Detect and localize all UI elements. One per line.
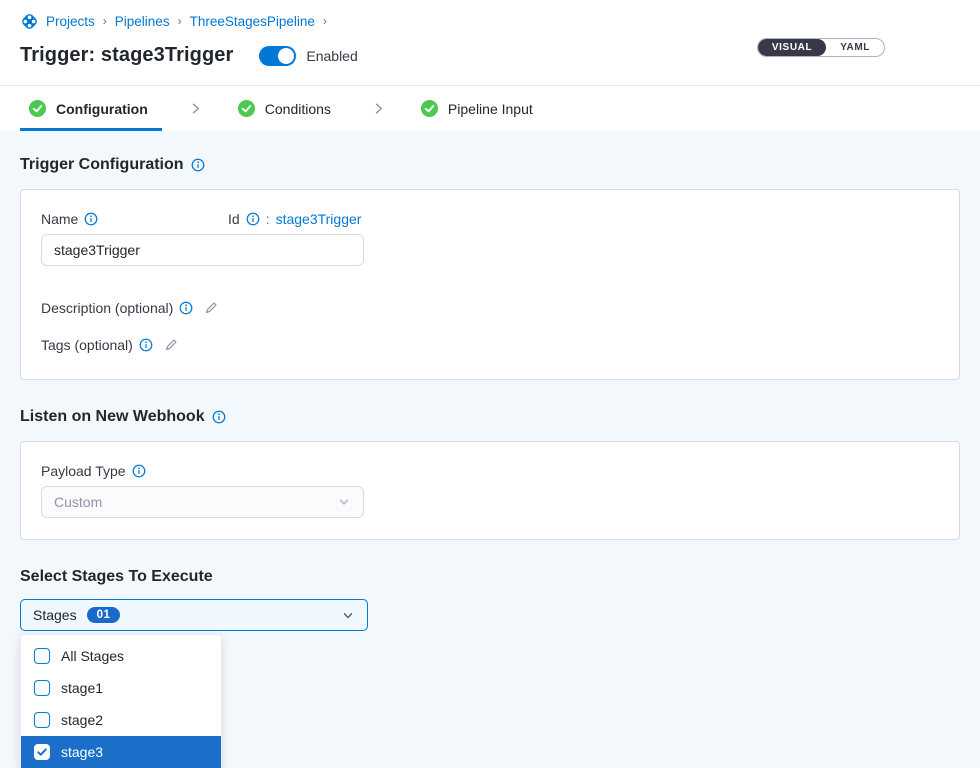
option-label: stage2 [61, 712, 103, 728]
trigger-configuration-card: Name Id : stage3Trigger Description (opt… [20, 189, 960, 380]
stage-option-stage2[interactable]: stage2 [21, 704, 221, 736]
breadcrumb-link-pipelines[interactable]: Pipelines [115, 14, 170, 29]
select-stages-heading: Select Stages To Execute [20, 568, 960, 586]
info-icon[interactable] [246, 212, 260, 226]
breadcrumb-link-pipeline-name[interactable]: ThreeStagesPipeline [190, 14, 315, 29]
tab-label: Configuration [56, 101, 148, 117]
name-field-label: Name [41, 211, 98, 227]
title-row: Trigger: stage3Trigger Enabled VISUAL YA… [20, 44, 960, 67]
stages-multiselect-dropdown[interactable]: Stages 01 [20, 599, 368, 631]
trigger-id-display: Id : stage3Trigger [228, 211, 361, 227]
section-title-text: Listen on New Webhook [20, 408, 205, 426]
visual-toggle-button[interactable]: VISUAL [758, 39, 826, 56]
stages-dropdown-label: Stages [33, 607, 77, 623]
chevron-down-icon [337, 495, 351, 509]
payload-type-label-text: Payload Type [41, 463, 126, 479]
stage-option-stage1[interactable]: stage1 [21, 672, 221, 704]
tags-label-text: Tags (optional) [41, 337, 133, 353]
tab-label: Pipeline Input [448, 101, 533, 117]
info-icon[interactable] [191, 158, 205, 172]
info-icon[interactable] [139, 338, 153, 352]
option-label: stage1 [61, 680, 103, 696]
visual-yaml-switch: VISUAL YAML [757, 38, 885, 57]
trigger-id-value[interactable]: stage3Trigger [276, 211, 362, 227]
breadcrumb: Projects › Pipelines › ThreeStagesPipeli… [20, 10, 960, 32]
payload-type-value: Custom [54, 494, 102, 510]
checkbox-icon[interactable] [34, 712, 50, 728]
breadcrumb-separator: › [103, 14, 107, 28]
success-check-icon [420, 99, 439, 118]
description-label-text: Description (optional) [41, 300, 173, 316]
chevron-right-icon [371, 86, 386, 131]
edit-pencil-icon[interactable] [163, 337, 179, 353]
enabled-toggle-label: Enabled [306, 48, 357, 64]
tags-row: Tags (optional) [41, 337, 939, 353]
description-row: Description (optional) [41, 300, 939, 316]
stage-option-all-stages[interactable]: All Stages [21, 640, 221, 672]
breadcrumb-separator: › [323, 14, 327, 28]
tab-conditions[interactable]: Conditions [229, 86, 345, 131]
configuration-panel: Trigger Configuration Name Id : st [0, 131, 980, 768]
payload-type-label: Payload Type [41, 463, 146, 479]
section-title-text: Trigger Configuration [20, 156, 184, 174]
checkbox-icon[interactable] [34, 648, 50, 664]
page-title: Trigger: stage3Trigger [20, 44, 233, 67]
option-label: All Stages [61, 648, 124, 664]
name-label-text: Name [41, 211, 78, 227]
selected-count-badge: 01 [87, 607, 121, 623]
checkbox-icon[interactable] [34, 680, 50, 696]
projects-clover-icon [20, 12, 39, 31]
success-check-icon [28, 99, 47, 118]
enabled-toggle[interactable] [259, 46, 296, 66]
chevron-right-icon [188, 86, 203, 131]
edit-pencil-icon[interactable] [203, 300, 219, 316]
description-label: Description (optional) [41, 300, 193, 316]
info-icon[interactable] [179, 301, 193, 315]
yaml-toggle-button[interactable]: YAML [826, 39, 884, 56]
payload-type-select[interactable]: Custom [41, 486, 364, 518]
tab-pipeline-input[interactable]: Pipeline Input [412, 86, 547, 131]
tags-label: Tags (optional) [41, 337, 153, 353]
stages-dropdown-menu: All Stages stage1 stage2 stage3 [20, 634, 222, 768]
toggle-knob [278, 48, 294, 64]
section-title-text: Select Stages To Execute [20, 568, 213, 586]
info-icon[interactable] [212, 410, 226, 424]
success-check-icon [237, 99, 256, 118]
webhook-heading: Listen on New Webhook [20, 408, 960, 426]
info-icon[interactable] [84, 212, 98, 226]
breadcrumb-separator: › [178, 14, 182, 28]
stage-option-stage3[interactable]: stage3 [21, 736, 221, 768]
wizard-tab-bar: Configuration Conditions Pipeline Input [0, 85, 980, 131]
tab-label: Conditions [265, 101, 331, 117]
webhook-card: Payload Type Custom [20, 441, 960, 540]
chevron-down-icon [341, 608, 355, 622]
name-input[interactable] [41, 234, 364, 266]
info-icon[interactable] [132, 464, 146, 478]
checkbox-icon[interactable] [34, 744, 50, 760]
option-label: stage3 [61, 744, 103, 760]
id-label-text: Id [228, 211, 240, 227]
tab-configuration[interactable]: Configuration [20, 86, 162, 131]
id-colon: : [266, 211, 270, 227]
page-header: Projects › Pipelines › ThreeStagesPipeli… [0, 0, 980, 85]
breadcrumb-link-projects[interactable]: Projects [46, 14, 95, 29]
trigger-configuration-heading: Trigger Configuration [20, 156, 960, 174]
